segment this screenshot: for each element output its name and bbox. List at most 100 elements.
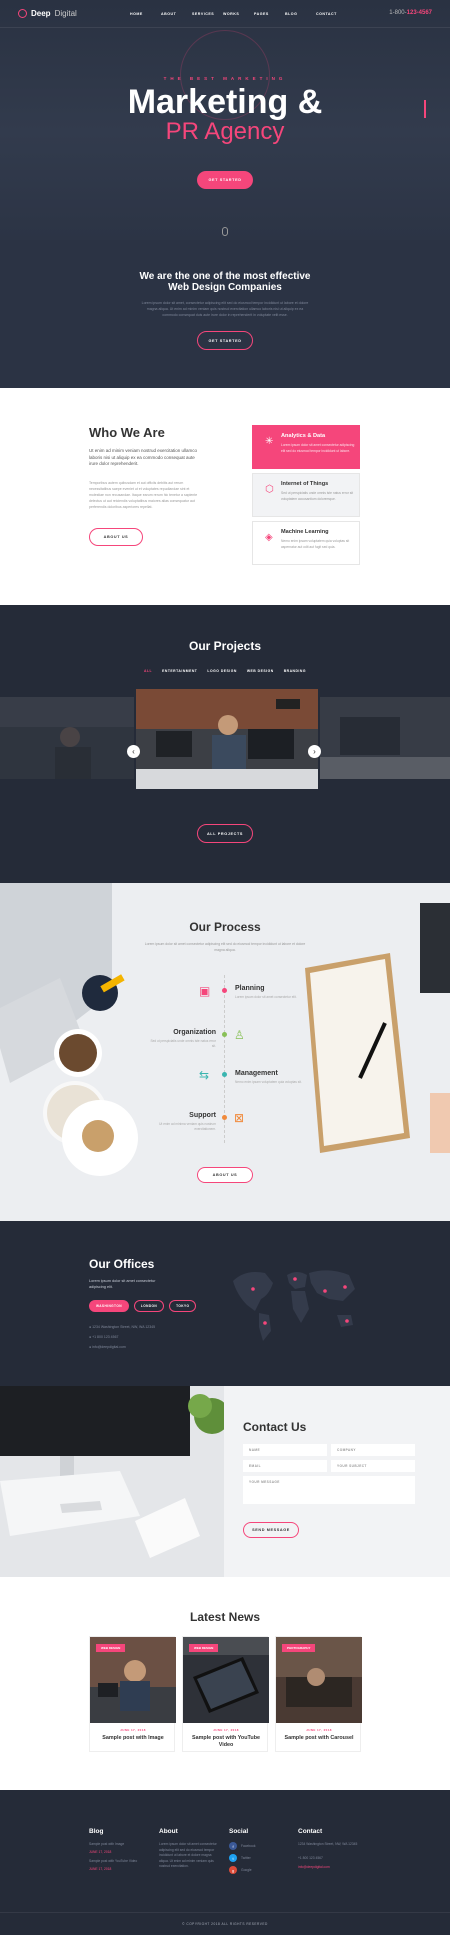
name-field[interactable]: NAME [243, 1444, 327, 1456]
iot-icon: ⬡ [265, 484, 274, 495]
office-email-text: info@deepdigital.com [92, 1345, 126, 1349]
filter-all[interactable]: ALL [144, 669, 152, 673]
hero-title-line2: PR Agency [165, 118, 285, 145]
message-field[interactable]: YOUR MESSAGE [243, 1476, 415, 1504]
timeline-dot [222, 1115, 227, 1120]
nav-item-home[interactable]: HOME [130, 12, 161, 16]
office-email[interactable]: ● info@deepdigital.com [89, 1345, 126, 1349]
service-card-iot[interactable]: ⬡ Internet of Things Sed ut perspiciatis… [252, 473, 360, 517]
step-title: Management [235, 1070, 278, 1077]
news-date: JUNE 17, 2018 [306, 1728, 332, 1732]
news-card[interactable]: WEB DESIGN JUNE 17, 2018 Sample post wit… [89, 1636, 176, 1752]
intro-get-started-button[interactable]: GET STARTED [197, 331, 253, 350]
brand-logo[interactable]: Deep Digital [18, 9, 77, 18]
project-slide-left[interactable] [0, 697, 134, 779]
support-icon: ⊠ [234, 1111, 245, 1125]
footer-blog-heading: Blog [89, 1828, 104, 1835]
step-title: Organization [173, 1029, 216, 1036]
news-date: JUNE 17, 2018 [213, 1728, 239, 1732]
footer-blog-date: JUNE 17, 2018 [89, 1867, 112, 1871]
nav-item-pages[interactable]: PAGES [254, 12, 285, 16]
news-category-badge[interactable]: PHOTOGRAPHY [282, 1644, 316, 1652]
footer-social-google[interactable]: Google [241, 1868, 252, 1872]
contact-background-photo [0, 1386, 224, 1577]
facebook-icon[interactable]: f [229, 1842, 237, 1850]
footer-blog-link[interactable]: Sample post with YouTube Video [89, 1859, 137, 1863]
nav-item-about[interactable]: ABOUT [161, 12, 192, 16]
who-we-are-section: Who We Are Ut enim ad minim veniam nostr… [0, 388, 450, 605]
intro-heading-line1: We are the one of the most effective [139, 271, 311, 282]
tab-tokyo[interactable]: TOKYO [169, 1300, 197, 1312]
management-icon: ⇆ [199, 1068, 210, 1082]
tab-washington[interactable]: WASHINGTON [89, 1300, 129, 1312]
filter-logo-design[interactable]: LOGO DESIGN [207, 669, 236, 673]
project-slide-main[interactable] [136, 689, 318, 789]
hero-subtitle: THE BEST MARKETING [163, 76, 287, 81]
offices-heading: Our Offices [89, 1257, 155, 1271]
contact-section: Contact Us NAME COMPANY EMAIL YOUR SUBJE… [0, 1386, 450, 1577]
news-category-badge[interactable]: WEB DESIGN [96, 1644, 126, 1652]
filter-branding[interactable]: BRANDING [284, 669, 306, 673]
footer-social-twitter[interactable]: Twitter [241, 1856, 251, 1860]
hero-get-started-button[interactable]: GET STARTED [197, 171, 253, 189]
service-card-title: Machine Learning [281, 529, 329, 535]
service-card-analytics[interactable]: ✳ Analytics & Data Lorem ipsum dolor sit… [252, 425, 360, 469]
news-title[interactable]: Sample post with YouTube Video [187, 1735, 265, 1749]
nav-item-works[interactable]: WORKS [223, 12, 254, 16]
google-icon[interactable]: g [229, 1866, 237, 1874]
service-card-ml[interactable]: ◈ Machine Learning Nemo enim ipsam volup… [252, 521, 360, 565]
organization-icon: ♙ [234, 1028, 245, 1042]
slider-prev-arrow[interactable]: ‹ [127, 745, 140, 758]
footer-blog-link[interactable]: Sample post with Image [89, 1842, 124, 1846]
process-heading: Our Process [189, 920, 261, 934]
news-date: JUNE 17, 2018 [120, 1728, 146, 1732]
projects-heading: Our Projects [188, 639, 262, 653]
footer-about-heading: About [159, 1828, 178, 1835]
timeline-dot [222, 988, 227, 993]
logo-icon [18, 9, 27, 18]
projects-section: Our Projects ALL ENTERTAINMENT LOGO DESI… [0, 605, 450, 883]
footer-phone: +1 800 123 4567 [298, 1856, 323, 1860]
filter-web-design[interactable]: WEB DESIGN [247, 669, 274, 673]
project-filters: ALL ENTERTAINMENT LOGO DESIGN WEB DESIGN… [0, 669, 450, 673]
send-message-button[interactable]: SEND MESSAGE [243, 1522, 299, 1538]
step-title: Planning [235, 985, 265, 992]
company-field[interactable]: COMPANY [331, 1444, 415, 1456]
news-section: Latest News WEB DESIGN JUNE 17, 2018 Sam… [0, 1577, 450, 1790]
footer-blog-date: JUNE 17, 2018 [89, 1850, 112, 1854]
brand-name-bold: Deep [31, 9, 51, 18]
footer-email[interactable]: info@deepdigital.com [298, 1865, 330, 1869]
step-title: Support [189, 1112, 216, 1119]
step-desc: Lorem ipsum dolor sit amet consectetur e… [235, 995, 297, 999]
email-field[interactable]: EMAIL [243, 1460, 327, 1472]
nav-item-contact[interactable]: CONTACT [316, 12, 347, 16]
subject-field[interactable]: YOUR SUBJECT [331, 1460, 415, 1472]
scroll-down-icon[interactable] [222, 227, 228, 236]
process-about-button[interactable]: ABOUT US [197, 1167, 253, 1183]
about-us-button[interactable]: ABOUT US [89, 528, 143, 546]
process-text: Lorem ipsum dolor sit amet consectetur a… [144, 942, 306, 952]
nav-item-blog[interactable]: BLOG [285, 12, 316, 16]
office-address: ● 1234 Washington Street, NW, WA 12345 [89, 1325, 155, 1329]
news-title[interactable]: Sample post with Carousel [280, 1735, 358, 1742]
nav-phone[interactable]: 1-800-123-4567 [389, 10, 432, 16]
twitter-icon[interactable]: t [229, 1854, 237, 1862]
nav-item-services[interactable]: SERVICES [192, 12, 223, 16]
slider-next-arrow[interactable]: › [308, 745, 321, 758]
step-desc: Sed ut perspiciatis unde omnis iste natu… [150, 1039, 216, 1049]
process-section: Our Process Lorem ipsum dolor sit amet c… [0, 883, 450, 1221]
brand-name-light: Digital [54, 9, 77, 18]
filter-entertainment[interactable]: ENTERTAINMENT [162, 669, 197, 673]
slider-indicator[interactable] [424, 100, 426, 118]
analytics-icon: ✳ [265, 436, 274, 447]
intro-heading: We are the one of the most effective Web… [0, 271, 450, 293]
footer-about-text: Lorem ipsum dolor sit amet consectetur a… [159, 1842, 217, 1869]
news-card[interactable]: PHOTOGRAPHY JUNE 17, 2018 Sample post wi… [275, 1636, 362, 1752]
all-projects-button[interactable]: ALL PROJECTS [197, 824, 253, 843]
news-category-badge[interactable]: WEB DESIGN [189, 1644, 219, 1652]
news-card[interactable]: WEB DESIGN JUNE 17, 2018 Sample post wit… [182, 1636, 269, 1752]
tab-london[interactable]: LONDON [133, 1300, 165, 1312]
project-slide-right[interactable] [320, 697, 450, 779]
news-title[interactable]: Sample post with Image [94, 1735, 172, 1742]
footer-social-facebook[interactable]: Facebook [241, 1844, 255, 1848]
